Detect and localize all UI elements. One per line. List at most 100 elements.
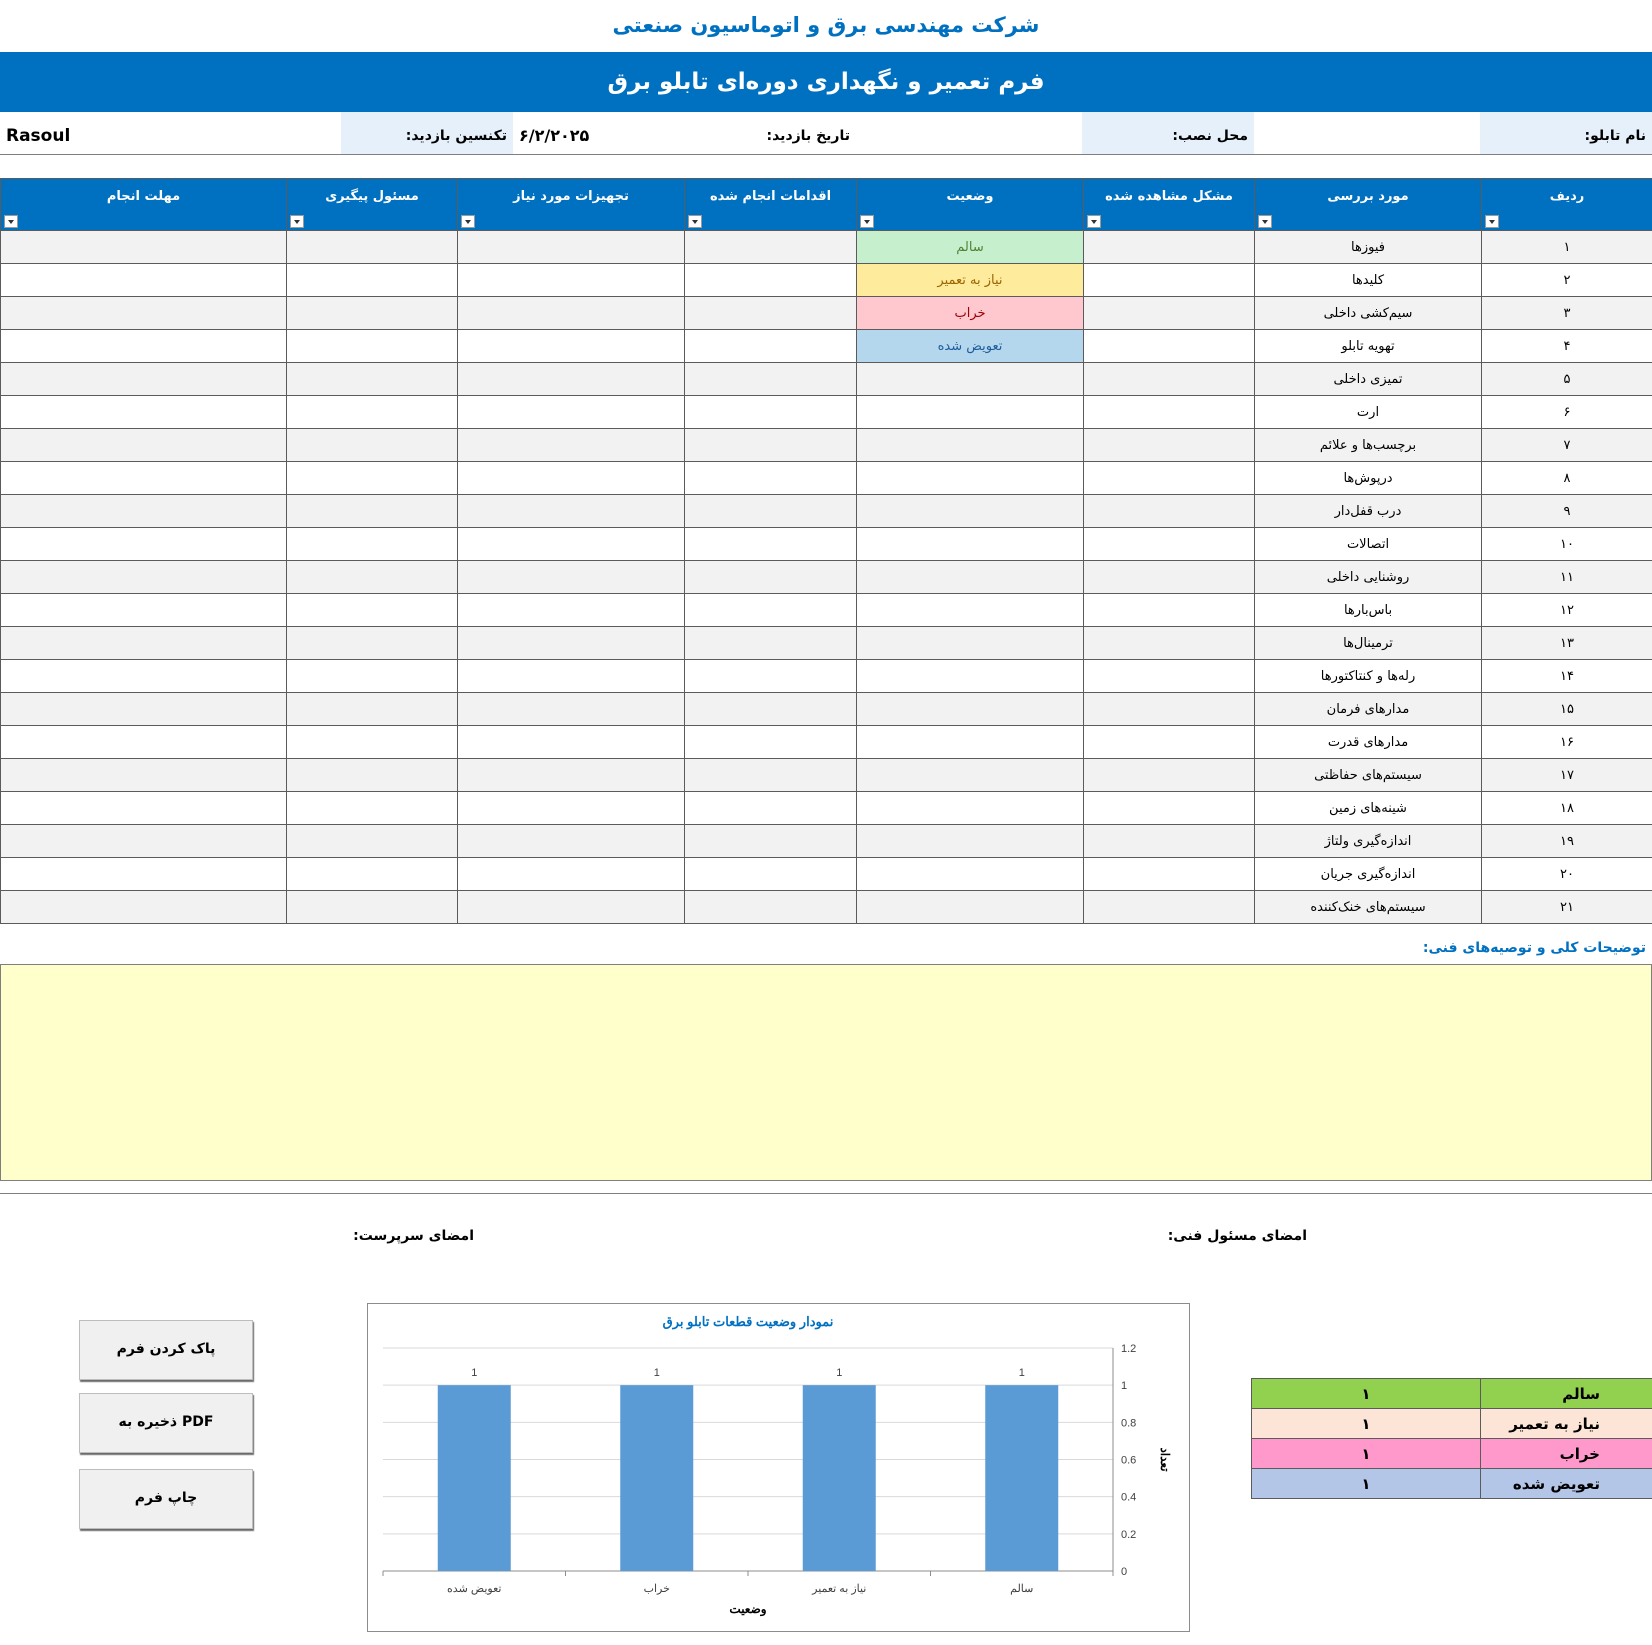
follow-up-owner-cell[interactable] <box>286 857 458 891</box>
deadline-cell[interactable] <box>0 725 287 759</box>
filter-dropdown-icon[interactable] <box>461 215 475 228</box>
follow-up-owner-cell[interactable] <box>286 758 458 792</box>
observed-problem-cell[interactable] <box>1083 263 1255 297</box>
follow-up-owner-cell[interactable] <box>286 626 458 660</box>
actions-taken-cell[interactable] <box>684 230 857 264</box>
deadline-cell[interactable] <box>0 791 287 825</box>
actions-taken-cell[interactable] <box>684 725 857 759</box>
deadline-cell[interactable] <box>0 659 287 693</box>
actions-taken-cell[interactable] <box>684 329 857 363</box>
required-equipment-cell[interactable] <box>457 659 685 693</box>
status-cell[interactable] <box>856 527 1084 561</box>
actions-taken-cell[interactable] <box>684 824 857 858</box>
observed-problem-cell[interactable] <box>1083 461 1255 495</box>
status-cell[interactable] <box>856 428 1084 462</box>
required-equipment-cell[interactable] <box>457 791 685 825</box>
actions-taken-cell[interactable] <box>684 659 857 693</box>
observed-problem-cell[interactable] <box>1083 758 1255 792</box>
status-cell[interactable] <box>856 659 1084 693</box>
panel-name-field[interactable] <box>1254 112 1480 154</box>
observed-problem-cell[interactable] <box>1083 626 1255 660</box>
actions-taken-cell[interactable] <box>684 527 857 561</box>
status-cell[interactable]: سالم <box>856 230 1084 264</box>
required-equipment-cell[interactable] <box>457 329 685 363</box>
actions-taken-cell[interactable] <box>684 461 857 495</box>
filter-dropdown-icon[interactable] <box>1258 215 1272 228</box>
location-field[interactable] <box>856 112 1082 154</box>
follow-up-owner-cell[interactable] <box>286 725 458 759</box>
follow-up-owner-cell[interactable] <box>286 230 458 264</box>
observed-problem-cell[interactable] <box>1083 890 1255 924</box>
status-cell[interactable] <box>856 593 1084 627</box>
required-equipment-cell[interactable] <box>457 593 685 627</box>
follow-up-owner-cell[interactable] <box>286 263 458 297</box>
notes-area[interactable] <box>0 964 1652 1181</box>
required-equipment-cell[interactable] <box>457 428 685 462</box>
status-cell[interactable] <box>856 494 1084 528</box>
required-equipment-cell[interactable] <box>457 758 685 792</box>
deadline-cell[interactable] <box>0 395 287 429</box>
filter-dropdown-icon[interactable] <box>688 215 702 228</box>
actions-taken-cell[interactable] <box>684 890 857 924</box>
deadline-cell[interactable] <box>0 263 287 297</box>
visit-date-field[interactable]: ۶/۲/۲۰۲۵ <box>513 112 684 154</box>
follow-up-owner-cell[interactable] <box>286 659 458 693</box>
observed-problem-cell[interactable] <box>1083 362 1255 396</box>
actions-taken-cell[interactable] <box>684 692 857 726</box>
status-cell[interactable] <box>856 857 1084 891</box>
deadline-cell[interactable] <box>0 692 287 726</box>
actions-taken-cell[interactable] <box>684 263 857 297</box>
deadline-cell[interactable] <box>0 626 287 660</box>
deadline-cell[interactable] <box>0 362 287 396</box>
save-pdf-button[interactable]: ذخیره به PDF <box>79 1393 253 1453</box>
required-equipment-cell[interactable] <box>457 560 685 594</box>
deadline-cell[interactable] <box>0 494 287 528</box>
status-cell[interactable] <box>856 725 1084 759</box>
clear-form-button[interactable]: پاک کردن فرم <box>79 1320 253 1380</box>
actions-taken-cell[interactable] <box>684 626 857 660</box>
filter-dropdown-icon[interactable] <box>1087 215 1101 228</box>
deadline-cell[interactable] <box>0 593 287 627</box>
required-equipment-cell[interactable] <box>457 857 685 891</box>
follow-up-owner-cell[interactable] <box>286 824 458 858</box>
deadline-cell[interactable] <box>0 461 287 495</box>
observed-problem-cell[interactable] <box>1083 428 1255 462</box>
deadline-cell[interactable] <box>0 296 287 330</box>
observed-problem-cell[interactable] <box>1083 791 1255 825</box>
filter-dropdown-icon[interactable] <box>1485 215 1499 228</box>
follow-up-owner-cell[interactable] <box>286 428 458 462</box>
observed-problem-cell[interactable] <box>1083 857 1255 891</box>
required-equipment-cell[interactable] <box>457 296 685 330</box>
follow-up-owner-cell[interactable] <box>286 560 458 594</box>
observed-problem-cell[interactable] <box>1083 560 1255 594</box>
follow-up-owner-cell[interactable] <box>286 527 458 561</box>
required-equipment-cell[interactable] <box>457 527 685 561</box>
status-cell[interactable] <box>856 461 1084 495</box>
required-equipment-cell[interactable] <box>457 890 685 924</box>
follow-up-owner-cell[interactable] <box>286 461 458 495</box>
actions-taken-cell[interactable] <box>684 791 857 825</box>
required-equipment-cell[interactable] <box>457 725 685 759</box>
required-equipment-cell[interactable] <box>457 461 685 495</box>
required-equipment-cell[interactable] <box>457 494 685 528</box>
observed-problem-cell[interactable] <box>1083 824 1255 858</box>
status-cell[interactable] <box>856 824 1084 858</box>
status-cell[interactable] <box>856 560 1084 594</box>
required-equipment-cell[interactable] <box>457 824 685 858</box>
filter-dropdown-icon[interactable] <box>4 215 18 228</box>
follow-up-owner-cell[interactable] <box>286 593 458 627</box>
follow-up-owner-cell[interactable] <box>286 494 458 528</box>
required-equipment-cell[interactable] <box>457 395 685 429</box>
actions-taken-cell[interactable] <box>684 593 857 627</box>
actions-taken-cell[interactable] <box>684 560 857 594</box>
actions-taken-cell[interactable] <box>684 296 857 330</box>
observed-problem-cell[interactable] <box>1083 296 1255 330</box>
observed-problem-cell[interactable] <box>1083 692 1255 726</box>
technician-field[interactable]: Rasoul <box>0 112 341 154</box>
follow-up-owner-cell[interactable] <box>286 395 458 429</box>
status-cell[interactable]: تعویض شده <box>856 329 1084 363</box>
actions-taken-cell[interactable] <box>684 494 857 528</box>
actions-taken-cell[interactable] <box>684 362 857 396</box>
filter-dropdown-icon[interactable] <box>860 215 874 228</box>
status-cell[interactable] <box>856 362 1084 396</box>
